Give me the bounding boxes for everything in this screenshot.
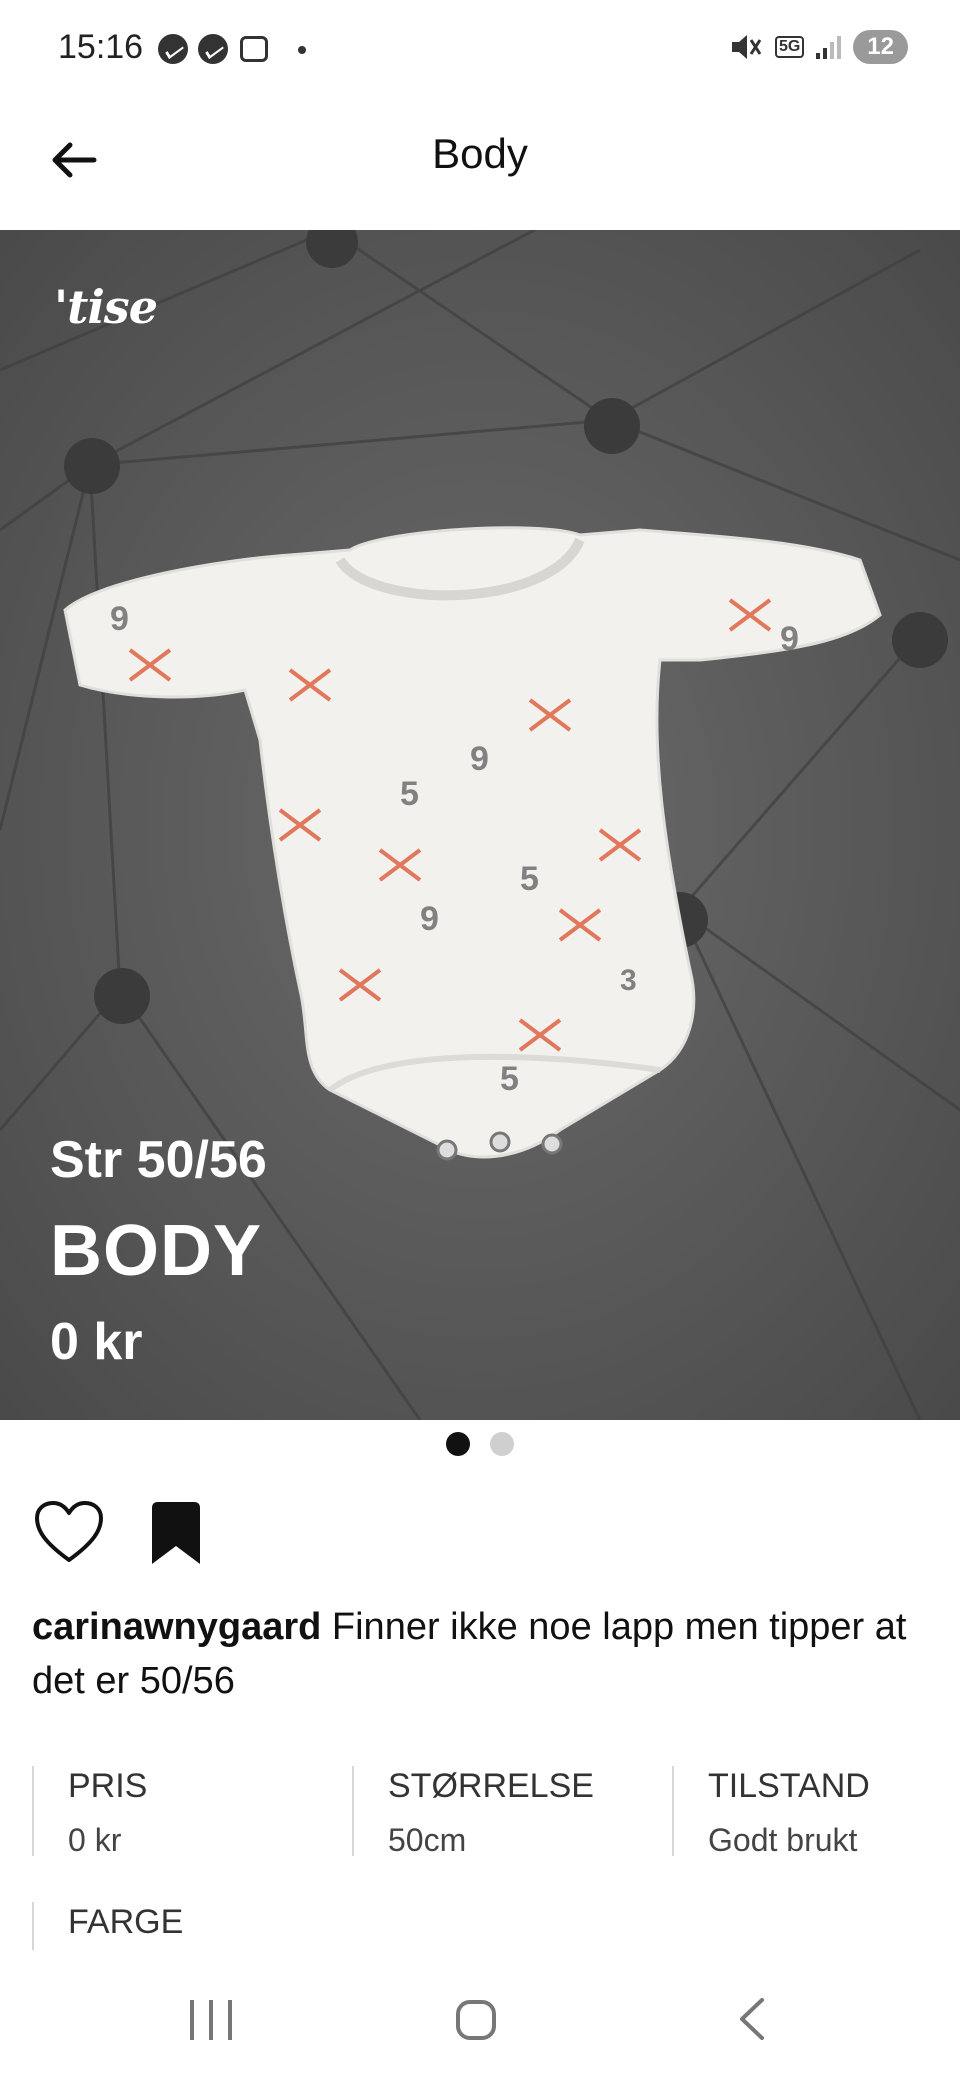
attribute-size: STØRRELSE 50cm xyxy=(352,1766,594,1858)
pager-dot-1[interactable] xyxy=(446,1432,470,1456)
svg-text:9: 9 xyxy=(110,600,129,638)
page-title: Body xyxy=(432,130,528,177)
svg-text:5: 5 xyxy=(500,1060,519,1098)
tise-logo: 'tise xyxy=(54,280,158,334)
svg-text:3: 3 xyxy=(620,964,637,997)
nav-home-icon[interactable] xyxy=(456,2000,496,2040)
attribute-label: TILSTAND xyxy=(708,1767,870,1805)
image-pager xyxy=(0,1432,960,1456)
post-caption: carinawnygaard Finner ikke noe lapp men … xyxy=(32,1600,912,1708)
messenger-icon xyxy=(158,34,188,64)
attribute-label: STØRRELSE xyxy=(388,1767,594,1805)
messenger-icon xyxy=(198,34,228,64)
pager-dot-2[interactable] xyxy=(490,1432,514,1456)
screenshot-icon xyxy=(240,36,268,62)
status-right: 5G 12 xyxy=(729,30,908,64)
app-bar: Body xyxy=(0,96,960,230)
svg-text:5: 5 xyxy=(520,860,539,898)
attribute-value: 0 kr xyxy=(68,1822,122,1858)
nav-recent-icon[interactable] xyxy=(190,2000,232,2040)
overlay-price: 0 kr xyxy=(50,1313,143,1371)
attribute-price: PRIS 0 kr xyxy=(32,1766,148,1858)
mute-icon xyxy=(731,35,762,59)
username-link[interactable]: carinawnygaard xyxy=(32,1606,321,1648)
attribute-condition: TILSTAND Godt brukt xyxy=(672,1766,870,1858)
notification-dot-icon xyxy=(298,46,306,54)
attribute-label: FARGE xyxy=(68,1903,184,1941)
attribute-label: PRIS xyxy=(68,1767,148,1805)
overlay-size: Str 50/56 xyxy=(50,1131,267,1189)
svg-text:9: 9 xyxy=(470,740,489,778)
network-type: 5G xyxy=(774,36,805,58)
status-bar: 15:16 5G 12 xyxy=(0,0,960,96)
attribute-color: FARGE xyxy=(32,1902,183,1950)
product-image[interactable]: 9 5 5 9 5 9 9 3 'tise Str 50/56 BODY 0 k… xyxy=(0,230,960,1420)
system-nav-bar xyxy=(0,1970,960,2080)
overlay-title: BODY xyxy=(50,1211,263,1291)
svg-text:9: 9 xyxy=(780,620,799,658)
svg-text:9: 9 xyxy=(420,900,439,938)
signal-icon xyxy=(816,35,842,59)
attribute-value: Godt brukt xyxy=(708,1822,858,1858)
svg-text:5: 5 xyxy=(400,775,419,813)
bookmark-icon[interactable] xyxy=(148,1500,204,1566)
status-time: 15:16 xyxy=(58,28,144,66)
attribute-value: 50cm xyxy=(388,1822,467,1858)
heart-icon[interactable] xyxy=(34,1500,104,1564)
battery-level: 12 xyxy=(853,30,908,64)
nav-back-icon[interactable] xyxy=(732,1996,772,2042)
